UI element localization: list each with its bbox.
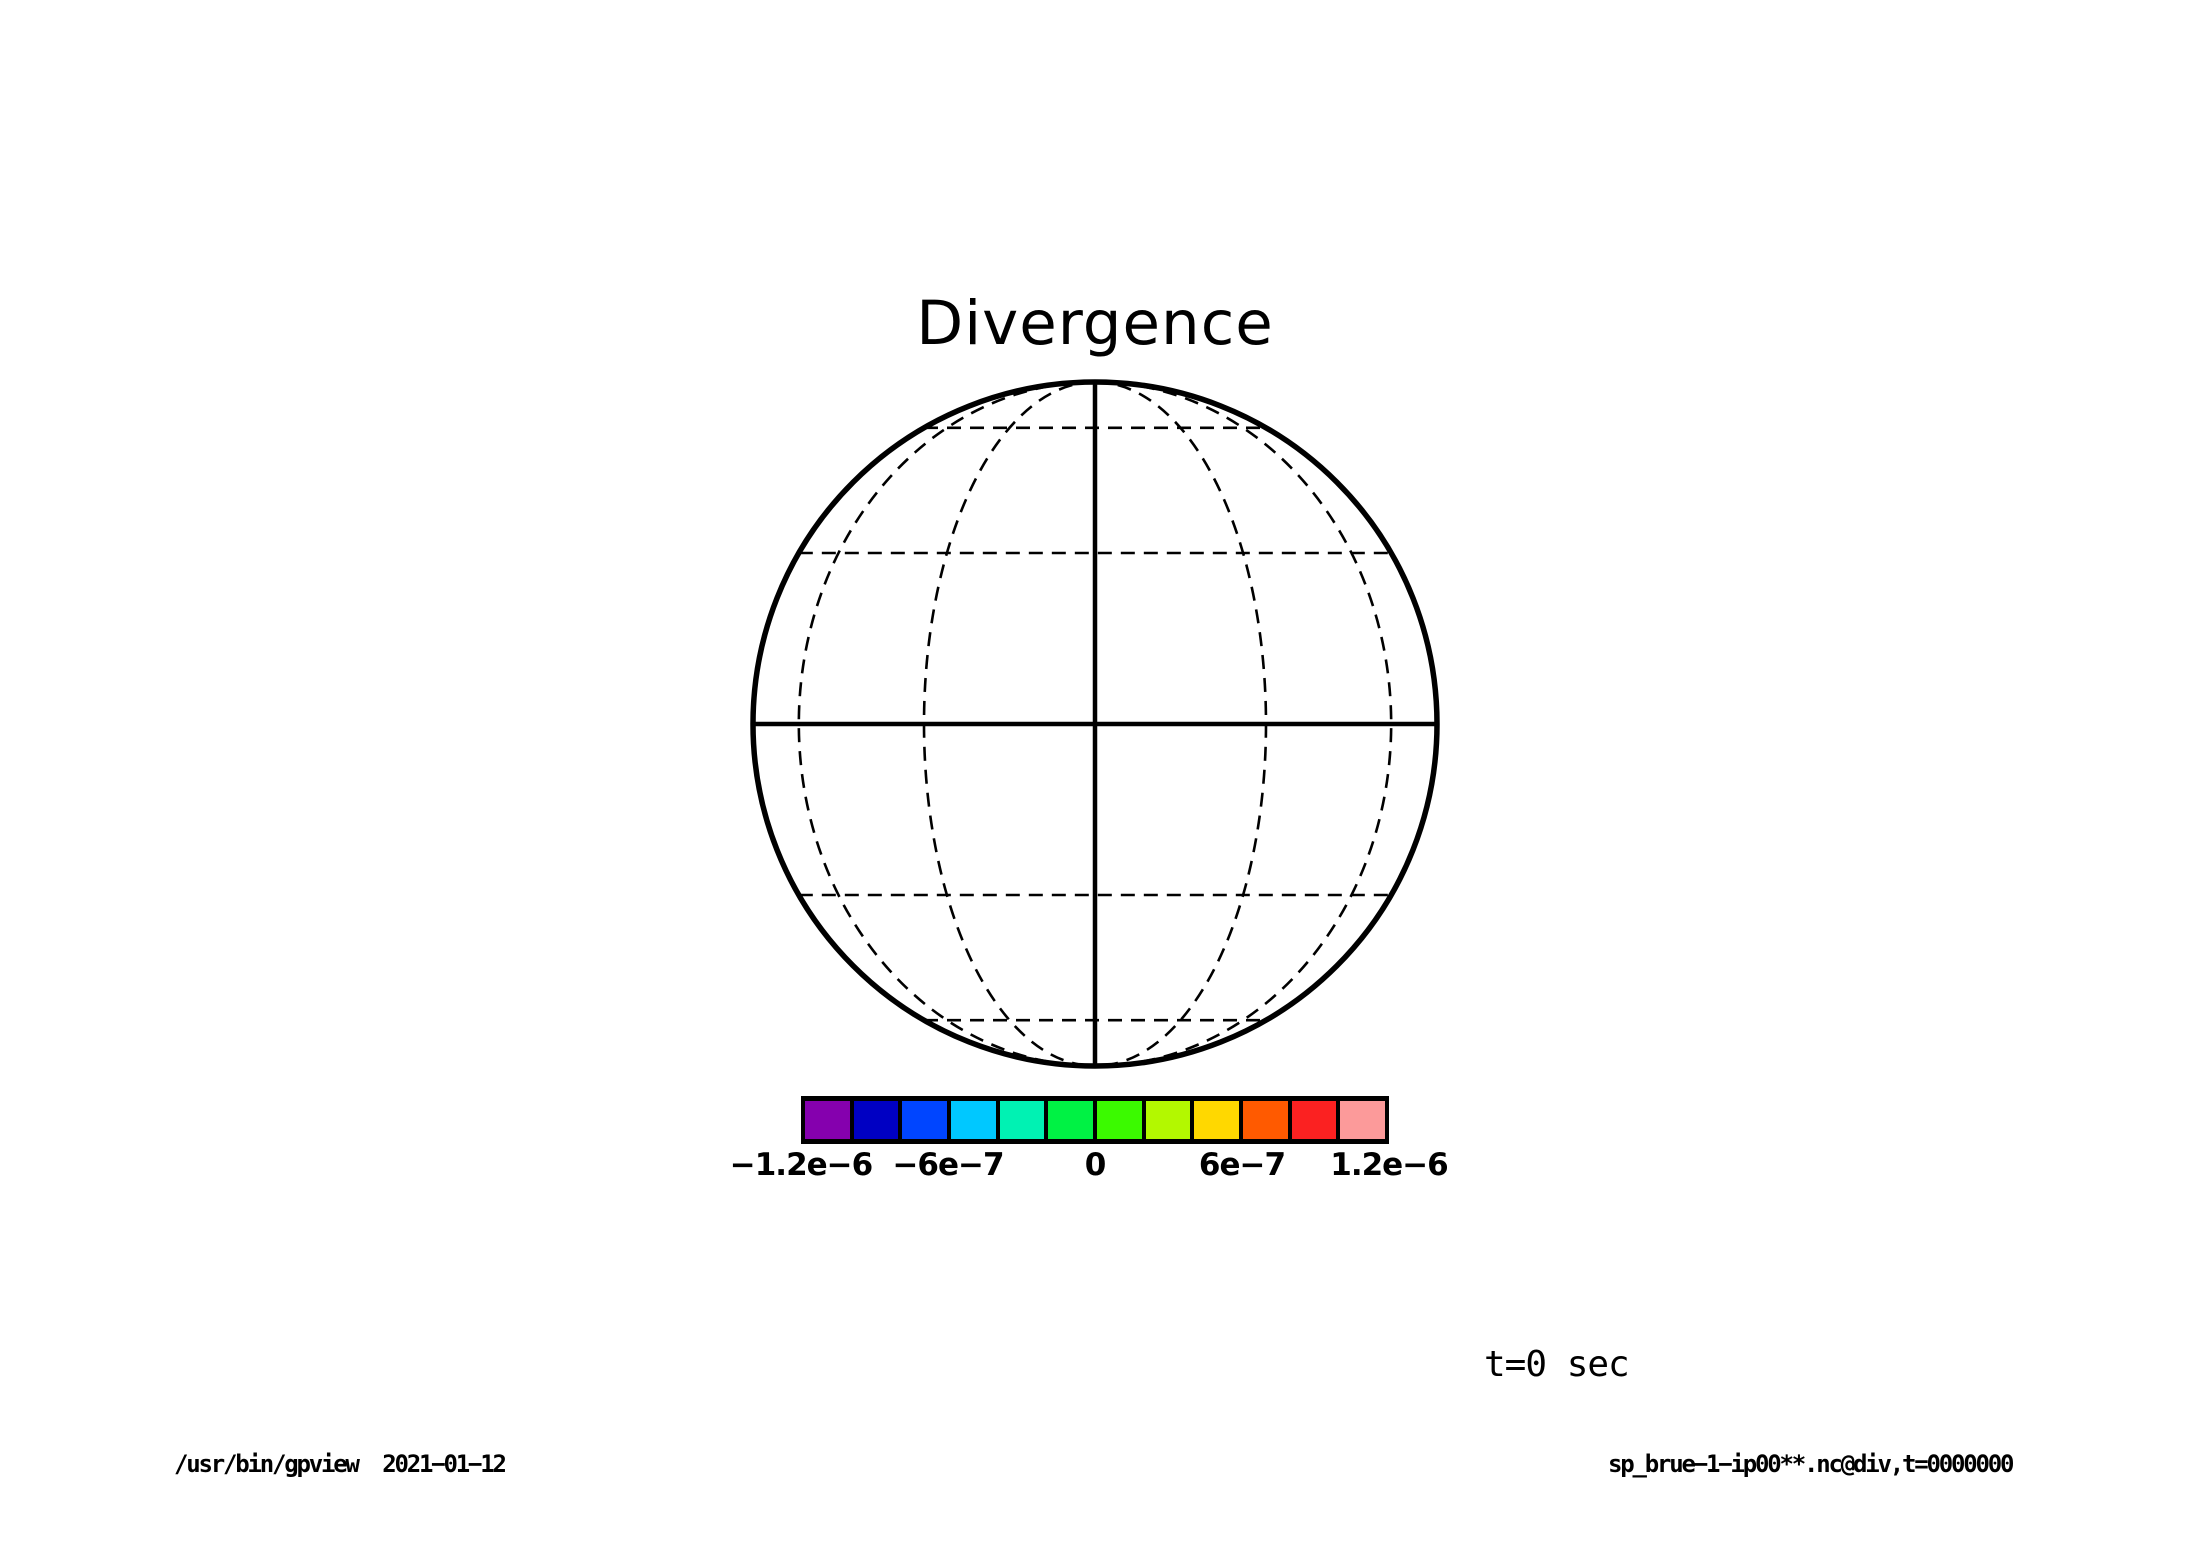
footer-dataset-label: sp_brue−1−ip00**.nc@div,t=0000000 bbox=[1608, 1450, 2014, 1478]
colorbar-cell-5 bbox=[1048, 1101, 1094, 1139]
colorbar-tick-label: 6e−7 bbox=[1198, 1147, 1286, 1183]
colorbar-cell-7 bbox=[1145, 1101, 1191, 1139]
gpview-plot-page: Divergence −1.2e−6 −6e−7 0 6e−7 1.2e−6 t=0 s… bbox=[0, 0, 2188, 1546]
colorbar-cell-10 bbox=[1291, 1101, 1337, 1139]
time-label: t=0 sec bbox=[1484, 1344, 1630, 1385]
colorbar-cell-2 bbox=[902, 1101, 948, 1139]
colorbar-cell-6 bbox=[1097, 1101, 1142, 1139]
colorbar-cell-8 bbox=[1194, 1101, 1240, 1139]
colorbar-cell-4 bbox=[999, 1101, 1045, 1139]
colorbar bbox=[801, 1096, 1389, 1144]
colorbar-tick-label: −1.2e−6 bbox=[729, 1147, 873, 1183]
colorbar-cell-3 bbox=[951, 1101, 996, 1139]
colorbar-cell-9 bbox=[1243, 1101, 1288, 1139]
colorbar-cell-1 bbox=[853, 1101, 899, 1139]
footer-command-and-date: /usr/bin/gpview 2021−01−12 bbox=[174, 1450, 507, 1478]
colorbar-tick-label: −6e−7 bbox=[892, 1147, 1004, 1183]
orthographic-globe bbox=[750, 379, 1440, 1069]
colorbar-tick-label: 0 bbox=[1084, 1147, 1107, 1183]
plot-title: Divergence bbox=[916, 288, 1274, 359]
colorbar-tick-label: 1.2e−6 bbox=[1330, 1147, 1448, 1183]
colorbar-cell-11 bbox=[1340, 1101, 1386, 1139]
colorbar-cell-0 bbox=[805, 1101, 850, 1139]
